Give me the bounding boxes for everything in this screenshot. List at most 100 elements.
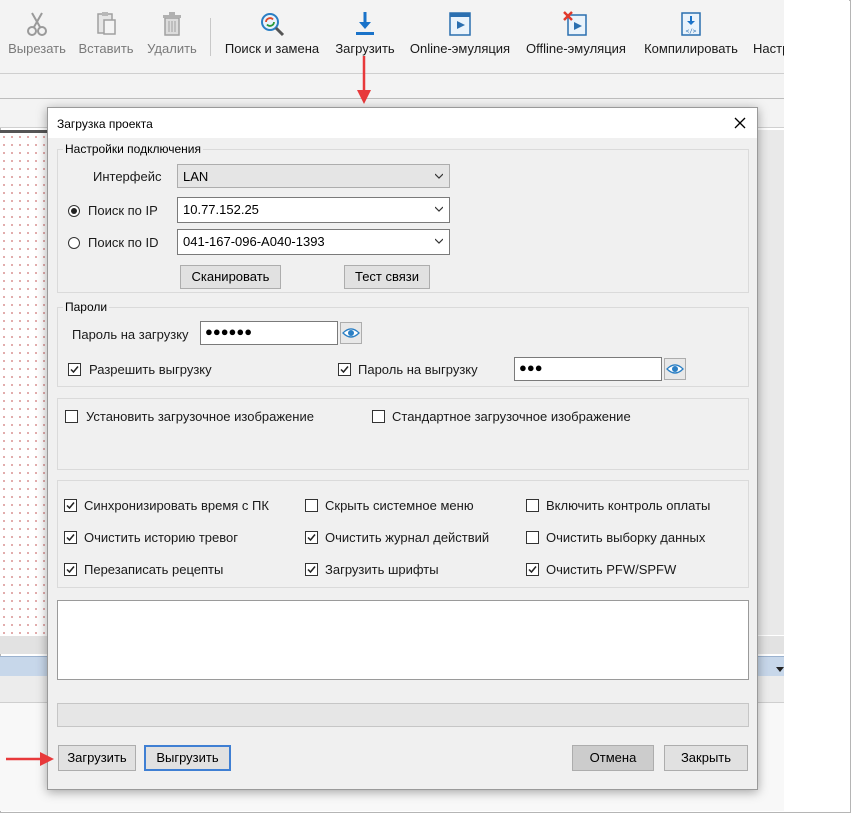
upload-password-value: ●●●●●● [205, 324, 253, 339]
download-icon [356, 12, 374, 35]
panel-dropdown-arrow-icon[interactable] [776, 667, 784, 672]
ip-address-combo[interactable]: 10.77.152.25 [177, 197, 450, 223]
clear-alarm-history-label[interactable]: Очистить историю тревог [84, 530, 238, 545]
settings-ribbon-label: Настр [753, 41, 784, 56]
connection-settings-label: Настройки подключения [63, 142, 203, 156]
paste-button[interactable]: Вставить [77, 10, 135, 68]
close-icon[interactable] [729, 112, 751, 134]
ribbon-toolbar: Вырезать Вставить Удалить Поиск и замена… [0, 0, 784, 74]
online-simulation-button[interactable]: Online-эмуляция [407, 10, 513, 68]
download-button[interactable]: Загрузить [58, 745, 136, 771]
online-simulation-icon [449, 12, 471, 36]
search-by-id-label[interactable]: Поиск по ID [88, 235, 159, 250]
eye-icon [666, 364, 684, 374]
offline-simulation-button[interactable]: Offline-эмуляция [523, 10, 629, 68]
checkmark-icon [70, 366, 79, 374]
checkmark-icon [66, 566, 75, 574]
set-boot-image-label[interactable]: Установить загрузочное изображение [86, 409, 314, 424]
download-ribbon-label: Загрузить [335, 41, 395, 56]
dialog-title: Загрузка проекта [57, 117, 153, 131]
settings-ribbon-button[interactable]: Настр [753, 10, 784, 68]
svg-text:</>: </> [686, 28, 697, 35]
chevron-down-icon [435, 206, 443, 212]
standard-boot-image-label[interactable]: Стандартное загрузочное изображение [392, 409, 631, 424]
overwrite-recipes-label[interactable]: Перезаписать рецепты [84, 562, 223, 577]
delete-button[interactable]: Удалить [145, 10, 199, 68]
window-margin [784, 0, 849, 811]
export-password-value: ●●● [519, 360, 543, 375]
progress-bar [57, 703, 749, 727]
ip-address-value: 10.77.152.25 [183, 202, 259, 217]
search-replace-button[interactable]: Поиск и замена [221, 10, 323, 68]
editor-canvas-right [757, 130, 784, 635]
show-upload-password-button[interactable] [340, 322, 362, 344]
interface-label: Интерфейс [93, 169, 162, 184]
scan-button[interactable]: Сканировать [180, 265, 281, 289]
clear-action-log-checkbox[interactable] [305, 531, 318, 544]
allow-export-label[interactable]: Разрешить выгрузку [89, 362, 212, 377]
annotation-arrow-down-icon [357, 56, 371, 104]
clear-action-log-label[interactable]: Очистить журнал действий [325, 530, 489, 545]
sync-time-label[interactable]: Синхронизировать время с ПК [84, 498, 269, 513]
allow-export-checkbox[interactable] [68, 363, 81, 376]
close-button[interactable]: Закрыть [664, 745, 748, 771]
export-password-label[interactable]: Пароль на выгрузку [358, 362, 478, 377]
clear-pfw-spfw-label[interactable]: Очистить PFW/SPFW [546, 562, 676, 577]
sync-time-checkbox[interactable] [64, 499, 77, 512]
download-fonts-label[interactable]: Загрузить шрифты [325, 562, 439, 577]
online-simulation-label: Online-эмуляция [409, 41, 511, 56]
hide-system-menu-checkbox[interactable] [305, 499, 318, 512]
set-boot-image-checkbox[interactable] [65, 410, 78, 423]
search-by-ip-radio[interactable] [68, 205, 80, 217]
show-export-password-button[interactable] [664, 358, 686, 380]
compile-label: Компилировать [644, 41, 738, 56]
download-fonts-checkbox[interactable] [305, 563, 318, 576]
project-download-dialog: Загрузка проекта Настройки подключения И… [47, 107, 758, 790]
compile-button[interactable]: </> Компилировать [639, 10, 743, 68]
paste-label: Вставить [78, 41, 134, 56]
upload-password-input[interactable]: ●●●●●● [200, 321, 338, 345]
paste-icon [97, 12, 116, 35]
clear-alarm-history-checkbox[interactable] [64, 531, 77, 544]
chevron-down-icon [435, 238, 443, 244]
upload-button[interactable]: Выгрузить [144, 745, 231, 771]
export-password-checkbox[interactable] [338, 363, 351, 376]
passwords-label: Пароли [63, 300, 110, 314]
payment-control-label[interactable]: Включить контроль оплаты [546, 498, 710, 513]
search-replace-label: Поиск и замена [224, 41, 320, 56]
test-connection-button[interactable]: Тест связи [344, 265, 430, 289]
dialog-titlebar: Загрузка проекта [48, 108, 757, 138]
hide-system-menu-label[interactable]: Скрыть системное меню [325, 498, 474, 513]
device-id-combo[interactable]: 041-167-096-A040-1393 [177, 229, 450, 255]
upload-password-label: Пароль на загрузку [72, 327, 189, 342]
log-textarea[interactable] [57, 600, 749, 680]
trash-icon [163, 12, 181, 36]
cancel-button[interactable]: Отмена [572, 745, 654, 771]
cut-label: Вырезать [8, 41, 66, 56]
device-id-value: 041-167-096-A040-1393 [183, 234, 325, 249]
clear-pfw-spfw-checkbox[interactable] [526, 563, 539, 576]
checkmark-icon [307, 534, 316, 542]
delete-label: Удалить [147, 41, 197, 56]
interface-select[interactable]: LAN [177, 164, 450, 188]
ribbon-lower-strip [0, 74, 784, 99]
standard-boot-image-checkbox[interactable] [372, 410, 385, 423]
search-replace-icon [261, 13, 285, 37]
interface-value: LAN [183, 169, 209, 184]
settings-icon [764, 10, 784, 38]
payment-control-checkbox[interactable] [526, 499, 539, 512]
checkmark-icon [307, 566, 316, 574]
offline-simulation-label: Offline-эмуляция [526, 41, 626, 56]
annotation-arrow-right-icon [6, 752, 54, 766]
cut-button[interactable]: Вырезать [7, 10, 67, 68]
overwrite-recipes-checkbox[interactable] [64, 563, 77, 576]
checkmark-icon [528, 566, 537, 574]
search-by-id-radio[interactable] [68, 237, 80, 249]
clear-data-sampling-checkbox[interactable] [526, 531, 539, 544]
export-password-input[interactable]: ●●● [514, 357, 662, 381]
editor-canvas[interactable] [0, 130, 48, 638]
search-by-ip-label[interactable]: Поиск по IP [88, 203, 158, 218]
chevron-down-icon [435, 173, 443, 179]
eye-icon [342, 328, 360, 338]
clear-data-sampling-label[interactable]: Очистить выборку данных [546, 530, 705, 545]
